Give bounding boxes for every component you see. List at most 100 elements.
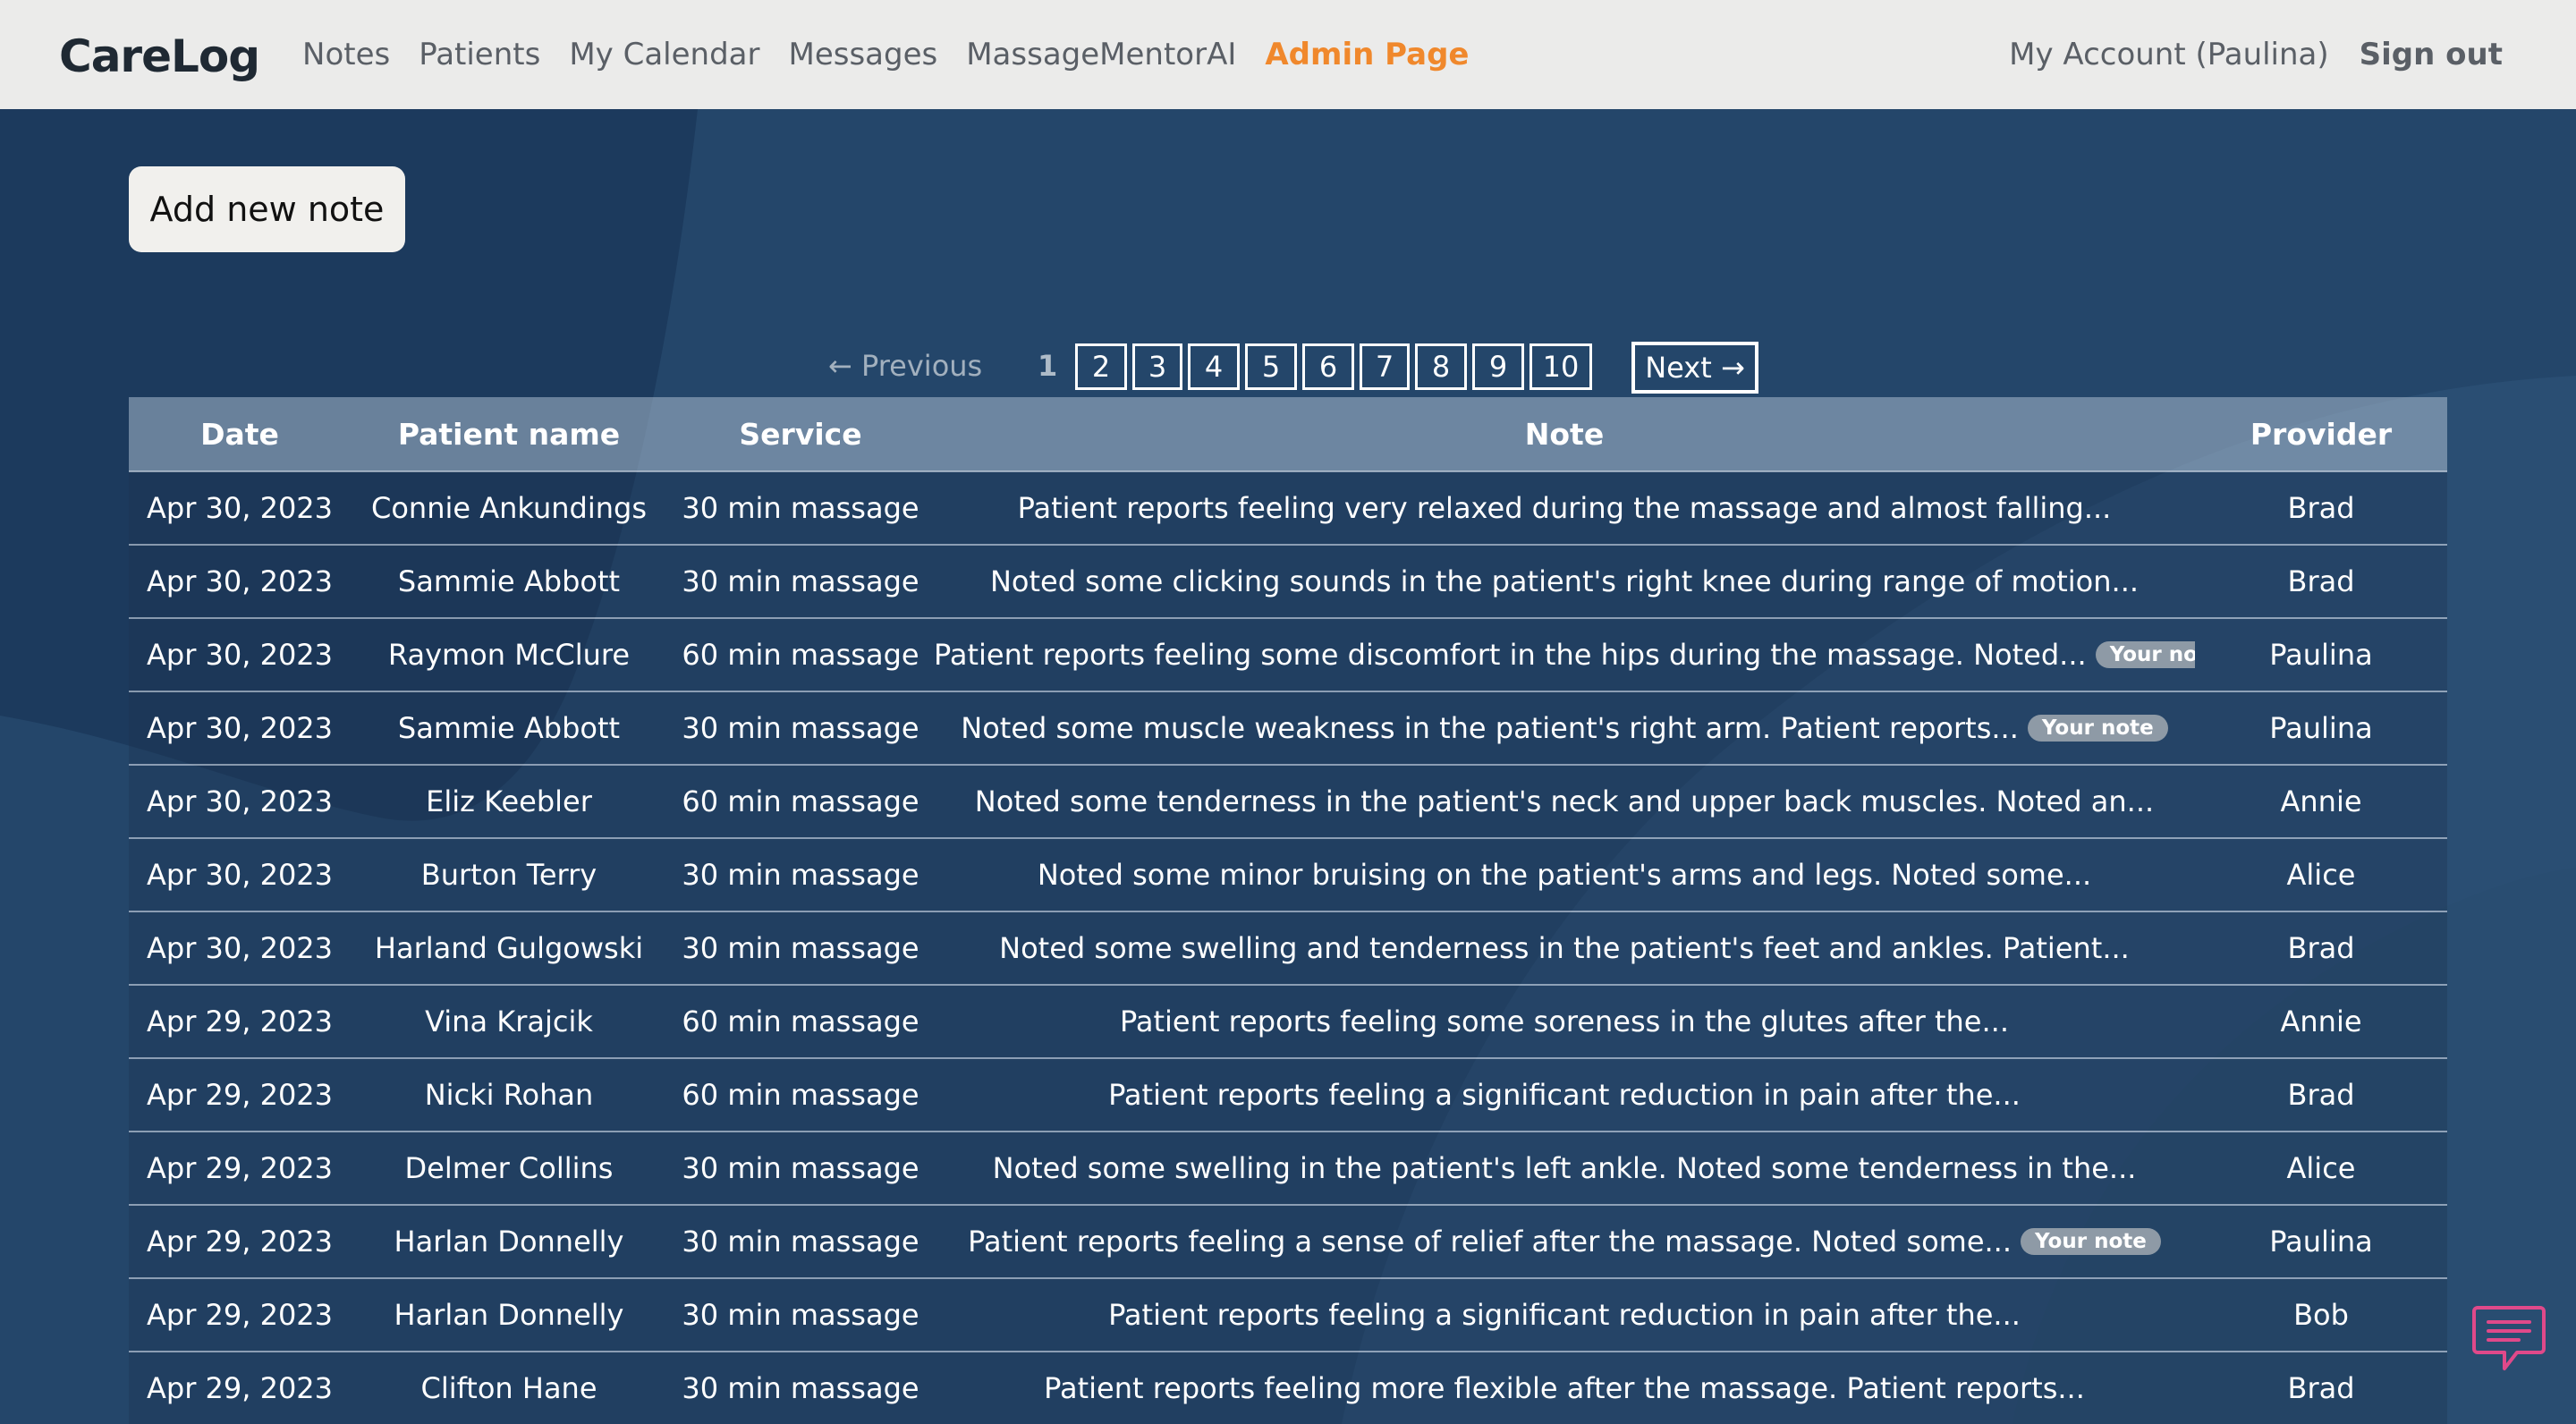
cell-date: Apr 30, 2023: [129, 911, 351, 985]
cell-note: Patient reports feeling a sense of relie…: [934, 1204, 2195, 1278]
nav-link-messages[interactable]: Messages: [788, 37, 937, 72]
table-row[interactable]: Apr 30, 2023 Connie Ankundings 30 min mass…: [129, 470, 2447, 545]
table-row[interactable]: Apr 29, 2023 Harlan Donnelly 30 min massag…: [129, 1277, 2447, 1352]
cell-note: Patient reports feeling some discomfort …: [934, 617, 2195, 691]
nav-link-patients[interactable]: Patients: [419, 37, 540, 72]
table-row[interactable]: Apr 29, 2023 Clifton Hane 30 min massage Pa…: [129, 1351, 2447, 1424]
cell-service: 30 min massage: [667, 1277, 934, 1352]
pagination-page-5[interactable]: 5: [1245, 343, 1297, 390]
column-header-note[interactable]: Note: [934, 397, 2195, 471]
note-text: Noted some clicking sounds in the patien…: [989, 564, 2140, 598]
cell-date: Apr 29, 2023: [129, 1204, 351, 1278]
cell-service: 60 min massage: [667, 984, 934, 1058]
column-header-patient-name[interactable]: Patient name: [351, 397, 667, 471]
table-row[interactable]: Apr 30, 2023 Raymon McClure 60 min massage…: [129, 617, 2447, 691]
column-header-provider[interactable]: Provider: [2195, 397, 2447, 471]
add-new-note-button[interactable]: Add new note: [129, 166, 405, 252]
pagination-page-8[interactable]: 8: [1415, 343, 1467, 390]
cell-provider: Brad: [2195, 911, 2447, 985]
pagination-previous[interactable]: ← Previous: [828, 349, 982, 383]
nav-link-notes[interactable]: Notes: [302, 37, 390, 72]
note-text: Patient reports feeling a significant re…: [1108, 1078, 2021, 1112]
cell-date: Apr 29, 2023: [129, 1131, 351, 1205]
pagination-page-9[interactable]: 9: [1472, 343, 1524, 390]
cell-note: Noted some swelling and tenderness in th…: [934, 911, 2195, 985]
note-text: Noted some tenderness in the patient's n…: [974, 784, 2155, 818]
cell-service: 30 min massage: [667, 470, 934, 545]
cell-provider: Paulina: [2195, 691, 2447, 765]
brand-logo[interactable]: CareLog: [59, 30, 260, 82]
cell-note: Patient reports feeling very relaxed dur…: [934, 470, 2195, 545]
table-row[interactable]: Apr 30, 2023 Burton Terry 30 min massage No…: [129, 837, 2447, 911]
cell-date: Apr 29, 2023: [129, 1351, 351, 1424]
cell-note: Noted some clicking sounds in the patien…: [934, 544, 2195, 618]
nav-link-admin-page[interactable]: Admin Page: [1265, 37, 1469, 72]
note-text: Noted some swelling in the patient's lef…: [992, 1151, 2137, 1185]
cell-patient-name: Eliz Keebler: [351, 764, 667, 838]
pagination-page-3[interactable]: 3: [1132, 343, 1182, 390]
table-row[interactable]: Apr 29, 2023 Nicki Rohan 60 min massage Pat…: [129, 1057, 2447, 1132]
cell-note: Noted some tenderness in the patient's n…: [934, 764, 2195, 838]
note-text: Patient reports feeling some soreness in…: [1119, 1004, 2009, 1038]
note-text: Patient reports feeling some discomfort …: [934, 638, 2087, 672]
my-account-link[interactable]: My Account (Paulina): [2009, 37, 2329, 72]
sign-out-link[interactable]: Sign out: [2360, 37, 2503, 72]
cell-date: Apr 29, 2023: [129, 1057, 351, 1132]
cell-note: Noted some muscle weakness in the patien…: [934, 691, 2195, 765]
table-body: Apr 30, 2023 Connie Ankundings 30 min mass…: [129, 470, 2447, 1424]
chat-bubble-icon[interactable]: [2470, 1302, 2547, 1377]
note-text: Patient reports feeling more flexible af…: [1044, 1371, 2085, 1405]
pagination-page-6[interactable]: 6: [1302, 343, 1354, 390]
table-row[interactable]: Apr 30, 2023 Harland Gulgowski 30 min mass…: [129, 911, 2447, 985]
cell-date: Apr 30, 2023: [129, 764, 351, 838]
table-row[interactable]: Apr 29, 2023 Vina Krajcik 60 min massage Pa…: [129, 984, 2447, 1058]
your-note-badge: Your note: [2021, 1228, 2161, 1255]
nav-link-massage-mentor-ai[interactable]: MassageMentorAI: [966, 37, 1236, 72]
cell-date: Apr 30, 2023: [129, 544, 351, 618]
cell-date: Apr 29, 2023: [129, 1277, 351, 1352]
cell-note: Noted some swelling in the patient's lef…: [934, 1131, 2195, 1205]
nav-link-my-calendar[interactable]: My Calendar: [569, 37, 759, 72]
cell-date: Apr 30, 2023: [129, 617, 351, 691]
note-text: Patient reports feeling a significant re…: [1108, 1298, 2021, 1332]
cell-provider: Brad: [2195, 1057, 2447, 1132]
cell-note: Patient reports feeling a significant re…: [934, 1277, 2195, 1352]
cell-service: 30 min massage: [667, 691, 934, 765]
cell-service: 30 min massage: [667, 1131, 934, 1205]
cell-provider: Annie: [2195, 764, 2447, 838]
table-header-row: Date Patient name Service Note Provider: [129, 397, 2447, 471]
cell-note: Patient reports feeling some soreness in…: [934, 984, 2195, 1058]
pagination-next[interactable]: Next →: [1631, 342, 1758, 394]
pagination-page-10[interactable]: 10: [1530, 343, 1592, 390]
cell-date: Apr 29, 2023: [129, 984, 351, 1058]
cell-patient-name: Raymon McClure: [351, 617, 667, 691]
cell-provider: Brad: [2195, 1351, 2447, 1424]
cell-patient-name: Sammie Abbott: [351, 544, 667, 618]
cell-service: 30 min massage: [667, 544, 934, 618]
table-row[interactable]: Apr 30, 2023 Sammie Abbott 30 min massage N…: [129, 544, 2447, 618]
column-header-service[interactable]: Service: [667, 397, 934, 471]
pagination-page-4[interactable]: 4: [1188, 343, 1240, 390]
cell-service: 30 min massage: [667, 1204, 934, 1278]
cell-patient-name: Clifton Hane: [351, 1351, 667, 1424]
table-row[interactable]: Apr 30, 2023 Eliz Keebler 60 min massage No…: [129, 764, 2447, 838]
table-row[interactable]: Apr 29, 2023 Harlan Donnelly 30 min massag…: [129, 1204, 2447, 1278]
cell-note: Patient reports feeling more flexible af…: [934, 1351, 2195, 1424]
cell-patient-name: Vina Krajcik: [351, 984, 667, 1058]
cell-provider: Alice: [2195, 837, 2447, 911]
your-note-badge: Your note: [2095, 641, 2195, 668]
note-text: Noted some minor bruising on the patient…: [1037, 858, 2092, 892]
column-header-date[interactable]: Date: [129, 397, 351, 471]
cell-patient-name: Sammie Abbott: [351, 691, 667, 765]
cell-patient-name: Burton Terry: [351, 837, 667, 911]
pagination-page-2[interactable]: 2: [1075, 343, 1127, 390]
top-navbar: CareLog Notes Patients My Calendar Messa…: [0, 0, 2576, 109]
cell-provider: Alice: [2195, 1131, 2447, 1205]
pagination-page-7[interactable]: 7: [1360, 343, 1410, 390]
cell-date: Apr 30, 2023: [129, 470, 351, 545]
table-row[interactable]: Apr 29, 2023 Delmer Collins 30 min massage…: [129, 1131, 2447, 1205]
cell-provider: Brad: [2195, 544, 2447, 618]
cell-date: Apr 30, 2023: [129, 691, 351, 765]
table-row[interactable]: Apr 30, 2023 Sammie Abbott 30 min massage N…: [129, 691, 2447, 765]
cell-patient-name: Connie Ankundings: [351, 470, 667, 545]
